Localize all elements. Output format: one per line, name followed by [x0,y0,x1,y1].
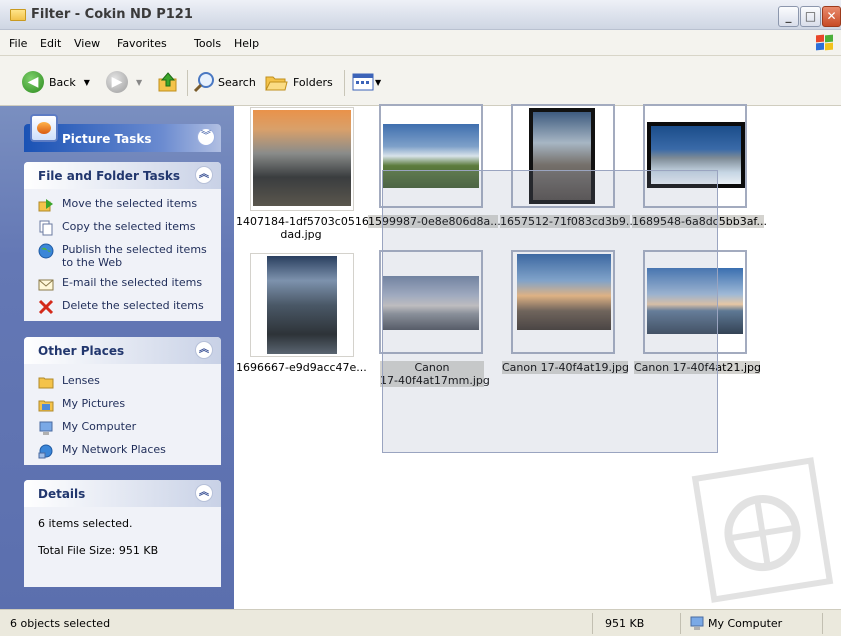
task-publish[interactable]: Publish the selected items to the Web [38,243,221,269]
details-panel: Details ︽ 6 items selected. Total File S… [24,480,221,587]
folders-icon [265,76,288,91]
forward-arrow-icon: ▶ [106,71,128,93]
menu-help[interactable]: Help [234,37,259,50]
forward-dropdown-icon[interactable]: ▼ [136,78,142,87]
back-button[interactable]: ◀ Back ▼ [22,69,90,95]
other-places-title: Other Places [38,344,125,358]
place-label: My Network Places [62,443,166,456]
collapse-chevron-icon[interactable]: ︽ [195,484,213,502]
menu-view[interactable]: View [74,37,100,50]
task-label: Copy the selected items [62,220,196,233]
other-places-panel: Other Places ︽ Lenses My Pictures My Com… [24,337,221,465]
task-label: Publish the selected items to the Web [62,243,207,269]
collapse-chevron-icon[interactable]: ︽ [195,166,213,184]
my-pictures-icon [38,400,54,412]
place-lenses[interactable]: Lenses [38,374,221,390]
place-my-network-places[interactable]: My Network Places [38,443,221,459]
views-button[interactable]: ▼ [352,69,381,95]
windows-logo-icon [815,34,835,52]
status-size: 951 KB [605,617,645,630]
file-name[interactable]: 1696667-e9d9acc47e... [236,361,367,374]
place-label: My Pictures [62,397,126,410]
place-label: Lenses [62,374,100,387]
picture-tasks-collapse-icon[interactable]: ︾ [197,128,215,146]
task-copy[interactable]: Copy the selected items [38,220,221,236]
task-email[interactable]: E-mail the selected items [38,276,221,292]
place-my-computer[interactable]: My Computer [38,420,221,436]
collapse-chevron-icon[interactable]: ︽ [195,341,213,359]
back-label: Back [49,75,76,89]
forward-button[interactable]: ▶ ▼ [106,69,142,95]
status-objects-selected: 6 objects selected [10,617,111,630]
status-bar: 6 objects selected 951 KB My Computer [0,609,841,636]
task-move[interactable]: Move the selected items [38,197,221,213]
my-computer-icon [39,421,53,435]
details-selected-count: 6 items selected. [38,517,133,530]
menu-tools[interactable]: Tools [194,37,221,50]
status-location: My Computer [708,617,783,630]
menu-edit[interactable]: Edit [40,37,61,50]
views-dropdown-icon[interactable]: ▼ [375,78,381,87]
file-folder-tasks-header[interactable]: File and Folder Tasks ︽ [24,162,221,189]
place-my-pictures[interactable]: My Pictures [38,397,221,413]
toolbar: ◀ Back ▼ ▶ ▼ Search Folders ▼ [0,56,841,106]
place-label: My Computer [62,420,137,433]
other-places-header[interactable]: Other Places ︽ [24,337,221,364]
watermark-logo [691,456,835,604]
thumbnail-1[interactable] [250,107,354,211]
selection-rectangle [382,170,718,453]
task-delete[interactable]: Delete the selected items [38,299,221,315]
close-button[interactable]: ✕ [822,6,841,27]
picture-tasks-icon [30,114,58,142]
folders-label: Folders [293,75,333,89]
folder-icon [10,9,26,21]
email-icon [38,279,54,291]
my-computer-icon [690,616,704,630]
window-title: Filter - Cokin ND P121 [31,7,193,22]
file-folder-tasks-panel: File and Folder Tasks ︽ Move the selecte… [24,162,221,321]
globe-icon [38,243,54,259]
network-places-icon [38,444,53,459]
photo-rocky-coast [267,256,337,354]
details-header[interactable]: Details ︽ [24,480,221,507]
move-icon [38,199,53,212]
maximize-button[interactable]: □ [800,6,821,27]
up-folder-button[interactable] [157,69,179,95]
task-label: Move the selected items [62,197,198,210]
title-bar[interactable]: Filter - Cokin ND P121 _ □ ✕ [0,0,841,30]
photo-sunset-rocks [253,110,351,206]
task-label: Delete the selected items [62,299,204,312]
up-folder-icon [158,72,177,92]
delete-icon [38,299,54,315]
search-icon [193,72,214,93]
folder-icon [38,377,54,389]
details-title: Details [38,487,86,501]
details-total-size: Total File Size: 951 KB [38,544,159,557]
views-icon [352,73,374,91]
file-folder-tasks-title: File and Folder Tasks [38,169,181,183]
back-arrow-icon: ◀ [22,71,44,93]
back-dropdown-icon[interactable]: ▼ [84,78,90,87]
thumbnail-5[interactable] [250,253,354,357]
menu-file[interactable]: File [9,37,27,50]
menu-bar: File Edit View Favorites Tools Help [0,30,841,56]
menu-favorites[interactable]: Favorites [117,37,167,50]
search-label: Search [218,75,256,89]
search-button[interactable]: Search [193,69,256,95]
task-label: E-mail the selected items [62,276,203,289]
file-name[interactable]: 1407184-1df5703c05161 dad.jpg [236,215,376,241]
copy-icon [39,220,53,236]
picture-tasks-title: Picture Tasks [62,132,152,146]
minimize-button[interactable]: _ [778,6,799,27]
folders-button[interactable]: Folders [264,69,333,95]
